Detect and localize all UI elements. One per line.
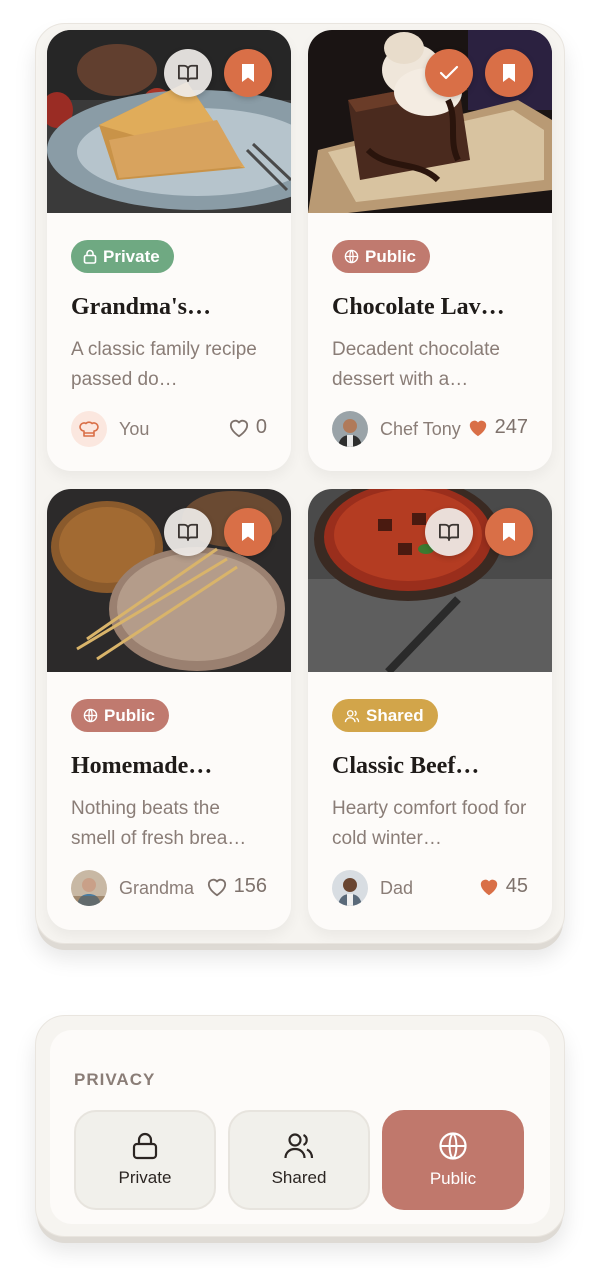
cooked-status-button[interactable] bbox=[425, 49, 473, 97]
visibility-label: Shared bbox=[366, 705, 424, 725]
visibility-badge: Public bbox=[332, 240, 431, 273]
like-button[interactable]: 156 bbox=[206, 875, 267, 898]
recipe-title: Grandma's… bbox=[71, 294, 212, 320]
avatar bbox=[71, 411, 107, 447]
heart-outline-icon bbox=[207, 878, 226, 896]
book-icon bbox=[178, 523, 198, 542]
visibility-badge: Private bbox=[71, 240, 174, 273]
save-recipe-button[interactable] bbox=[224, 508, 272, 556]
dad-photo bbox=[332, 870, 368, 906]
privacy-option-label: Shared bbox=[271, 1168, 327, 1187]
bookmark-icon bbox=[503, 64, 515, 82]
bookmark-icon bbox=[242, 523, 254, 541]
privacy-option-shared[interactable]: Shared bbox=[228, 1110, 370, 1210]
book-icon bbox=[178, 64, 198, 83]
recipe-description: Nothing beats the smell of fresh brea… bbox=[71, 798, 247, 849]
recipe-card[interactable]: Shared Classic Beef… Hearty comfort food… bbox=[308, 489, 552, 930]
recipe-title: Homemade… bbox=[71, 753, 213, 779]
read-recipe-button[interactable] bbox=[425, 508, 473, 556]
visibility-label: Private bbox=[103, 246, 160, 266]
like-button[interactable]: 247 bbox=[467, 416, 528, 439]
privacy-selector: PRIVACY Private Shared Public bbox=[50, 1030, 550, 1224]
privacy-option-label: Private bbox=[118, 1168, 172, 1187]
read-recipe-button[interactable] bbox=[164, 49, 212, 97]
like-count: 0 bbox=[255, 416, 267, 438]
author-name: You bbox=[119, 419, 150, 439]
recipe-title: Chocolate Lav… bbox=[332, 294, 505, 320]
lock-icon bbox=[83, 249, 97, 264]
recipe-card[interactable]: Private Grandma's… A classic family reci… bbox=[47, 30, 291, 471]
like-count: 156 bbox=[233, 875, 267, 897]
bookmark-icon bbox=[503, 523, 515, 541]
grandma-photo bbox=[71, 870, 107, 906]
visibility-badge: Public bbox=[71, 699, 170, 732]
author-name: Grandma bbox=[119, 878, 195, 898]
users-icon bbox=[284, 1133, 314, 1159]
visibility-label: Public bbox=[365, 246, 417, 266]
save-recipe-button[interactable] bbox=[485, 49, 533, 97]
visibility-label: Public bbox=[104, 705, 156, 725]
globe-icon bbox=[83, 708, 98, 723]
save-recipe-button[interactable] bbox=[485, 508, 533, 556]
read-recipe-button[interactable] bbox=[164, 508, 212, 556]
chef-hat-icon bbox=[79, 421, 99, 437]
recipe-grid: Private Grandma's… A classic family reci… bbox=[35, 23, 565, 944]
recipe-description: Hearty comfort food for cold winter… bbox=[332, 798, 527, 849]
privacy-panel: PRIVACY Private Shared Public bbox=[35, 1015, 565, 1237]
like-count: 45 bbox=[505, 875, 528, 897]
heart-filled-icon bbox=[469, 420, 486, 436]
privacy-option-label: Public bbox=[429, 1169, 477, 1188]
recipe-title: Classic Beef… bbox=[332, 753, 480, 779]
author-name: Chef Tony bbox=[380, 419, 461, 439]
privacy-heading: PRIVACY bbox=[74, 1070, 156, 1089]
save-recipe-button[interactable] bbox=[224, 49, 272, 97]
book-icon bbox=[438, 523, 459, 542]
privacy-option-public[interactable]: Public bbox=[382, 1110, 524, 1210]
lock-icon bbox=[132, 1132, 158, 1160]
chef-tony-photo bbox=[332, 411, 368, 447]
globe-icon bbox=[439, 1132, 467, 1160]
heart-outline-icon bbox=[229, 419, 248, 437]
users-icon bbox=[344, 709, 360, 722]
like-count: 247 bbox=[494, 416, 528, 438]
author-name: Dad bbox=[380, 878, 414, 898]
recipe-description: Decadent chocolate dessert with a… bbox=[332, 339, 500, 390]
visibility-badge: Shared bbox=[332, 699, 438, 732]
recipe-card[interactable]: Public Homemade… Nothing beats the smell… bbox=[47, 489, 291, 930]
like-button[interactable]: 0 bbox=[228, 416, 267, 439]
globe-icon bbox=[344, 249, 359, 264]
bookmark-icon bbox=[242, 64, 254, 82]
privacy-option-private[interactable]: Private bbox=[74, 1110, 216, 1210]
recipe-description: A classic family recipe passed do… bbox=[71, 339, 257, 390]
recipe-card[interactable]: Public Chocolate Lav… Decadent chocolate… bbox=[308, 30, 552, 471]
avatar bbox=[332, 411, 368, 447]
heart-filled-icon bbox=[480, 879, 497, 895]
like-button[interactable]: 45 bbox=[478, 875, 528, 898]
avatar bbox=[332, 870, 368, 906]
check-icon bbox=[439, 65, 459, 80]
avatar bbox=[71, 870, 107, 906]
